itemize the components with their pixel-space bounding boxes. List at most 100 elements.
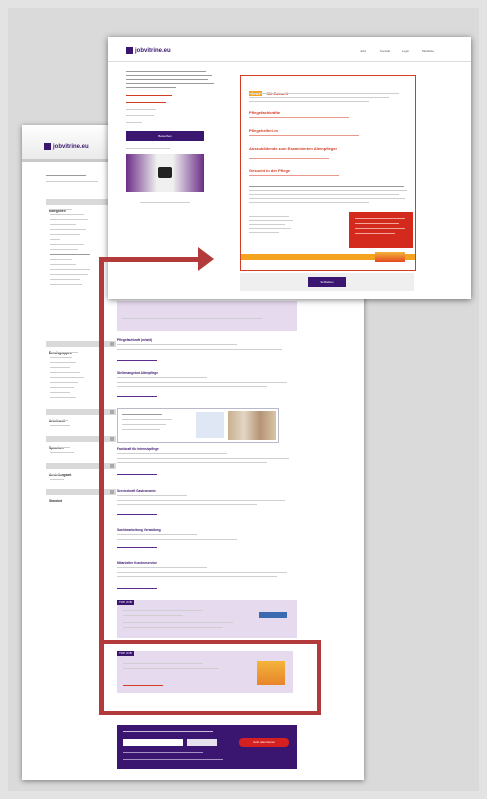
email-link[interactable] bbox=[126, 102, 166, 104]
filter-option[interactable] bbox=[50, 479, 64, 481]
job-link[interactable] bbox=[117, 474, 157, 476]
print-link[interactable] bbox=[126, 115, 154, 117]
filter-option[interactable] bbox=[50, 244, 84, 246]
filter-section-header[interactable]: Sprachen bbox=[46, 436, 116, 450]
job-snippet bbox=[117, 572, 287, 574]
filter-option[interactable] bbox=[50, 274, 88, 276]
job-meta bbox=[117, 534, 197, 536]
ad-text bbox=[123, 622, 233, 624]
filter-option[interactable] bbox=[50, 224, 76, 226]
site-logo[interactable]: jobvitrine.eu bbox=[44, 143, 89, 150]
filter-option[interactable] bbox=[50, 269, 90, 271]
filter-option[interactable] bbox=[50, 279, 80, 281]
popup-job[interactable]: Auszubildende zum Examinierten Altenpfle… bbox=[249, 146, 399, 151]
company-info bbox=[126, 87, 176, 89]
company-banner[interactable] bbox=[117, 408, 279, 443]
email-input[interactable] bbox=[123, 739, 183, 746]
job-listing[interactable]: Servicekraft Gastronomie bbox=[117, 489, 297, 516]
nav-watchlist[interactable]: Merkliste bbox=[422, 49, 434, 53]
job-link[interactable] bbox=[117, 396, 157, 398]
popup-job[interactable]: Gesucht in der Pflege bbox=[249, 168, 290, 174]
filter-option[interactable] bbox=[50, 425, 70, 427]
site-logo[interactable]: jobvitrine.eu bbox=[126, 47, 171, 54]
highlight-box bbox=[99, 640, 321, 715]
filter-option[interactable] bbox=[50, 392, 70, 394]
filter-option[interactable] bbox=[50, 474, 62, 476]
filter-option[interactable] bbox=[50, 219, 88, 221]
filter-option[interactable] bbox=[50, 447, 70, 449]
filter-option[interactable] bbox=[50, 259, 72, 261]
filter-option[interactable] bbox=[50, 249, 78, 251]
nav-jobs[interactable]: Jobs bbox=[360, 49, 366, 53]
play-icon[interactable] bbox=[158, 167, 172, 178]
job-listing[interactable]: Pflegefachkraft (m/w/d) bbox=[117, 338, 297, 362]
popup-job-detail bbox=[249, 158, 329, 160]
job-link[interactable] bbox=[117, 588, 157, 590]
filter-option-active[interactable] bbox=[50, 254, 90, 256]
popup-job-detail bbox=[249, 117, 349, 119]
red-box-text bbox=[355, 218, 405, 220]
filter-option[interactable] bbox=[50, 420, 68, 422]
job-ad-popup[interactable]: Jetzt Mit Zukunft Pflegefachkräfte Pfleg… bbox=[240, 75, 416, 271]
popup-contact bbox=[249, 224, 285, 226]
ad-meta bbox=[123, 615, 183, 617]
popup-job[interactable]: Pflegefachkräfte bbox=[249, 110, 280, 116]
filter-option[interactable] bbox=[50, 352, 78, 354]
top-ad-banner[interactable] bbox=[117, 301, 297, 331]
job-title[interactable]: Servicekraft Gastronomie bbox=[117, 489, 297, 493]
company-video[interactable] bbox=[126, 154, 204, 192]
filter-option[interactable] bbox=[50, 382, 78, 384]
nav-login[interactable]: Login bbox=[402, 49, 409, 53]
filter-section-header[interactable]: Anstellungsart bbox=[46, 463, 116, 477]
company-info bbox=[126, 83, 214, 85]
apply-button[interactable]: Bewerben bbox=[126, 131, 204, 141]
popup-footer: Schließen bbox=[240, 273, 414, 291]
filter-option[interactable] bbox=[50, 229, 86, 231]
filter-section-header[interactable]: Standort bbox=[46, 489, 116, 503]
filter-section-header[interactable]: Kategorien bbox=[46, 199, 116, 213]
job-meta bbox=[117, 453, 227, 455]
toggle-icon bbox=[110, 490, 114, 494]
filter-option[interactable] bbox=[50, 264, 76, 266]
job-link[interactable] bbox=[117, 514, 157, 516]
website-link[interactable] bbox=[126, 95, 172, 97]
share-link[interactable] bbox=[126, 109, 156, 111]
job-listing[interactable]: Fachkraft für Intensivpflege bbox=[117, 447, 297, 476]
company-info bbox=[126, 79, 208, 81]
filter-option[interactable] bbox=[50, 372, 80, 374]
category-select[interactable] bbox=[187, 739, 217, 746]
filter-option[interactable] bbox=[50, 387, 74, 389]
filter-option[interactable] bbox=[50, 357, 72, 359]
close-popup-button[interactable]: Schließen bbox=[308, 277, 346, 287]
filter-option[interactable] bbox=[50, 397, 76, 399]
filter-option[interactable] bbox=[50, 362, 76, 364]
filter-section-header[interactable]: Arbeitszeit bbox=[46, 409, 116, 423]
company-name bbox=[126, 71, 206, 73]
filter-option[interactable] bbox=[50, 367, 70, 369]
popup-body bbox=[249, 198, 405, 200]
nav-contact[interactable]: Kontakt bbox=[380, 49, 390, 53]
top-job-ad[interactable]: TOP JOB bbox=[117, 600, 297, 638]
job-meta bbox=[117, 377, 207, 379]
popup-job[interactable]: Pflegehelfer/-in bbox=[249, 128, 278, 134]
filter-section-header[interactable]: Berufsgruppen bbox=[46, 341, 116, 355]
job-link[interactable] bbox=[117, 547, 157, 549]
filter-option[interactable] bbox=[50, 377, 84, 379]
job-title[interactable]: Pflegefachkraft (m/w/d) bbox=[117, 338, 297, 342]
filter-option[interactable] bbox=[50, 284, 82, 286]
job-title[interactable]: Mitarbeiter Kundenservice bbox=[117, 561, 297, 565]
filter-option[interactable] bbox=[50, 209, 72, 211]
job-title[interactable]: Stellenangebot Altenpflege bbox=[117, 371, 297, 375]
filter-option[interactable] bbox=[50, 452, 74, 454]
job-listing[interactable]: Stellenangebot Altenpflege bbox=[117, 371, 297, 398]
filter-option[interactable] bbox=[50, 239, 60, 241]
filter-option[interactable] bbox=[50, 234, 80, 236]
subscribe-button[interactable]: Jetzt abonnieren bbox=[239, 738, 289, 747]
job-listing[interactable]: Mitarbeiter Kundenservice bbox=[117, 561, 297, 590]
privacy-checkbox-label[interactable] bbox=[123, 752, 203, 754]
filter-option[interactable] bbox=[50, 214, 84, 216]
job-listing[interactable]: Sachbearbeitung Verwaltung bbox=[117, 528, 297, 549]
job-title[interactable]: Fachkraft für Intensivpflege bbox=[117, 447, 297, 451]
job-link[interactable] bbox=[117, 360, 157, 362]
job-title[interactable]: Sachbearbeitung Verwaltung bbox=[117, 528, 297, 532]
